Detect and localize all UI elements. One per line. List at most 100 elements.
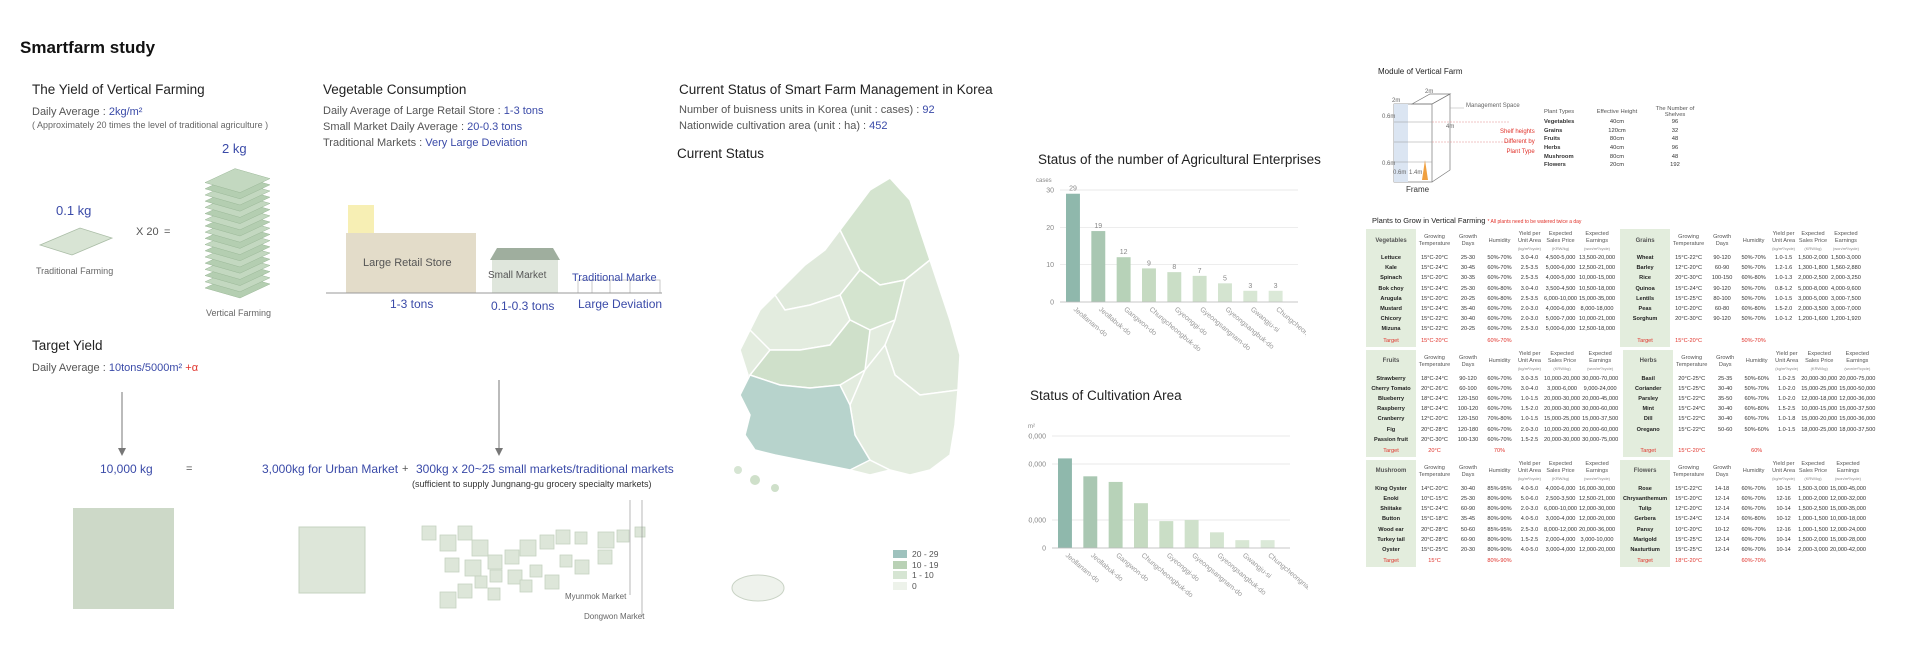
small-market-block	[574, 559, 590, 575]
plants-header-unit: (kg/m²/cycle)	[1518, 366, 1541, 371]
plant-name: Mustard	[1366, 303, 1416, 315]
legend-items: 20 - 29 10 - 19 1 - 10 0	[893, 549, 938, 591]
plant-value: 12°C-20°C	[1675, 265, 1703, 272]
plant-value: 35-50	[1718, 395, 1733, 402]
target-value: 60%-70%	[1487, 337, 1512, 344]
plant-value: 10,000-20,000	[1544, 375, 1581, 382]
plant-value: 2,000-3,250	[1831, 275, 1861, 282]
target-value	[1707, 335, 1737, 347]
target-total: 10,000 kg	[100, 462, 153, 476]
plant-name	[1620, 324, 1671, 335]
plant-value: 60%-70%	[1487, 426, 1512, 433]
plants-table-wrap: Vegetables Growing Temperature Growth Days…	[1366, 229, 1906, 570]
plant-value: 1,000-2,000	[1798, 496, 1828, 503]
plant-value: 15°C-24°C	[1678, 406, 1706, 413]
person-figure	[1422, 160, 1428, 180]
plant-value: 18,000-25,000	[1801, 426, 1838, 433]
plant-value: 15,000-45,000	[1829, 485, 1867, 492]
plant-value: 5,000-6,000	[1545, 326, 1576, 333]
target-value	[1453, 555, 1483, 567]
plant-value: 15°C-24°C	[1421, 306, 1448, 313]
arrow-head	[495, 448, 503, 456]
plant-value: 25-30	[1460, 285, 1476, 292]
plant-value: 20°C-30°C	[1675, 316, 1703, 323]
plant-value: 10°C-15°C	[1421, 496, 1448, 503]
plants-header-cell: Yield per Unit Area (kg/m²/cycle)	[1772, 230, 1796, 251]
target-value	[1829, 335, 1863, 347]
small-market-block	[559, 554, 573, 568]
plant-value: 20°C-26°C	[1421, 385, 1448, 392]
plant-value: 35-45	[1460, 516, 1476, 523]
target-value: 15°C	[1428, 558, 1441, 565]
consumption-line3-value: Very Large Deviation	[425, 137, 528, 149]
small-market-block	[444, 557, 460, 573]
plant-name: Wheat	[1620, 253, 1671, 264]
plant-value: 9,000-24,000	[1583, 385, 1617, 392]
bar-value-label: 29	[1069, 186, 1077, 193]
plant-value: 3,000-7,000	[1831, 306, 1861, 313]
plant-value: 1.0-2.0	[1777, 385, 1796, 392]
plant-value: 1,560-2,880	[1831, 265, 1861, 272]
plant-value: 12,000-24,000	[1829, 526, 1867, 533]
plants-row: King Oyster 14°C-20°C 30-40 85%-95% 4.0-5.0 4…	[1366, 483, 1867, 494]
plants-category: Vegetables	[1366, 229, 1416, 253]
module-cell: 40cm	[1609, 145, 1625, 152]
plant-value: 90-120	[1713, 255, 1731, 262]
plant-value: 12-14	[1714, 496, 1730, 503]
plants-category: Fruits	[1366, 349, 1416, 374]
plant-value: 4,000-6,000	[1545, 306, 1576, 313]
store2-label: Small Market	[488, 270, 547, 281]
consumption-line2-label: Small Market Daily Average :	[323, 121, 468, 133]
plant-value: 3.0-4.0	[1520, 255, 1539, 262]
module-row: Mushroom 80cm 48	[1542, 152, 1706, 161]
plant-value: 120-150	[1457, 395, 1479, 402]
plants-row: Shiitake 15°C-24°C 60-90 80%-90% 2.0-3.0 6,00…	[1366, 504, 1867, 515]
plant-value: 70%-80%	[1487, 416, 1512, 423]
plant-value: 2.0-3.0	[1520, 306, 1539, 313]
plant-value: 30,000-75,000	[1582, 436, 1619, 443]
plant-value: 60%-70%	[1487, 436, 1512, 443]
plant-value: 10,000-21,000	[1578, 316, 1616, 323]
plant-value: 120-150	[1457, 416, 1479, 423]
plant-value: 85%-95%	[1487, 526, 1512, 533]
plant-value: 10,000-18,000	[1829, 516, 1867, 523]
target-label: Target	[1366, 334, 1416, 347]
module-header-cell: Effective Height	[1596, 109, 1638, 115]
plant-value: 15°C-24°C	[1675, 516, 1703, 523]
plant-value: 20,000-30,000	[1544, 436, 1581, 443]
plant-value: 100-130	[1457, 436, 1479, 443]
target-value	[1578, 555, 1616, 567]
vertical-stack	[204, 168, 271, 299]
plants-header-unit: (kg/m²/cycle)	[1518, 476, 1541, 482]
module-cell: 40cm	[1609, 119, 1625, 126]
plants-title-row: Plants to Grow in Vertical Farming * All…	[1372, 216, 1581, 225]
plant-name: Cranberry	[1366, 414, 1416, 425]
plant-name: Rice	[1620, 273, 1671, 284]
plant-value: 15°C-22°C	[1678, 426, 1706, 433]
yield-average-label: Daily Average :	[32, 106, 109, 118]
plant-name: Fig	[1366, 424, 1416, 435]
plant-value: 60%-80%	[1487, 285, 1512, 292]
plant-value: 2.0-3.0	[1520, 426, 1539, 433]
legend-item: 0	[893, 581, 938, 592]
plant-value: 2.0-3.0	[1520, 506, 1539, 513]
plant-value: 10-14	[1776, 547, 1791, 554]
yield-title: The Yield of Vertical Farming	[32, 82, 205, 97]
bar	[1116, 257, 1131, 302]
plants-header-unit: (won/m²/cycle)	[1584, 245, 1611, 251]
plant-value: 60%-80%	[1487, 295, 1512, 302]
module-cell: 32	[1671, 127, 1679, 134]
shelf-note-line3: Plant Type	[1506, 149, 1535, 155]
plant-value: 60%-70%	[1741, 526, 1766, 533]
plant-value: 12-16	[1776, 526, 1791, 533]
plant-value: 30-40	[1718, 406, 1733, 413]
plants-header-cell: Growth Days	[1716, 354, 1735, 368]
plants-header-cell: Expected Sales Price (KRW/kg)	[1798, 461, 1828, 482]
plants-header-cell: Expected Earnings (won/m²/cycle)	[1829, 229, 1863, 253]
small-market-block	[519, 579, 533, 593]
plant-value: 2.5-3.5	[1520, 275, 1539, 282]
arrow-head	[118, 448, 126, 456]
y-tick-label: 20	[1046, 225, 1054, 232]
plant-name	[1623, 434, 1674, 445]
module-cell: Vegetables	[1544, 119, 1575, 126]
